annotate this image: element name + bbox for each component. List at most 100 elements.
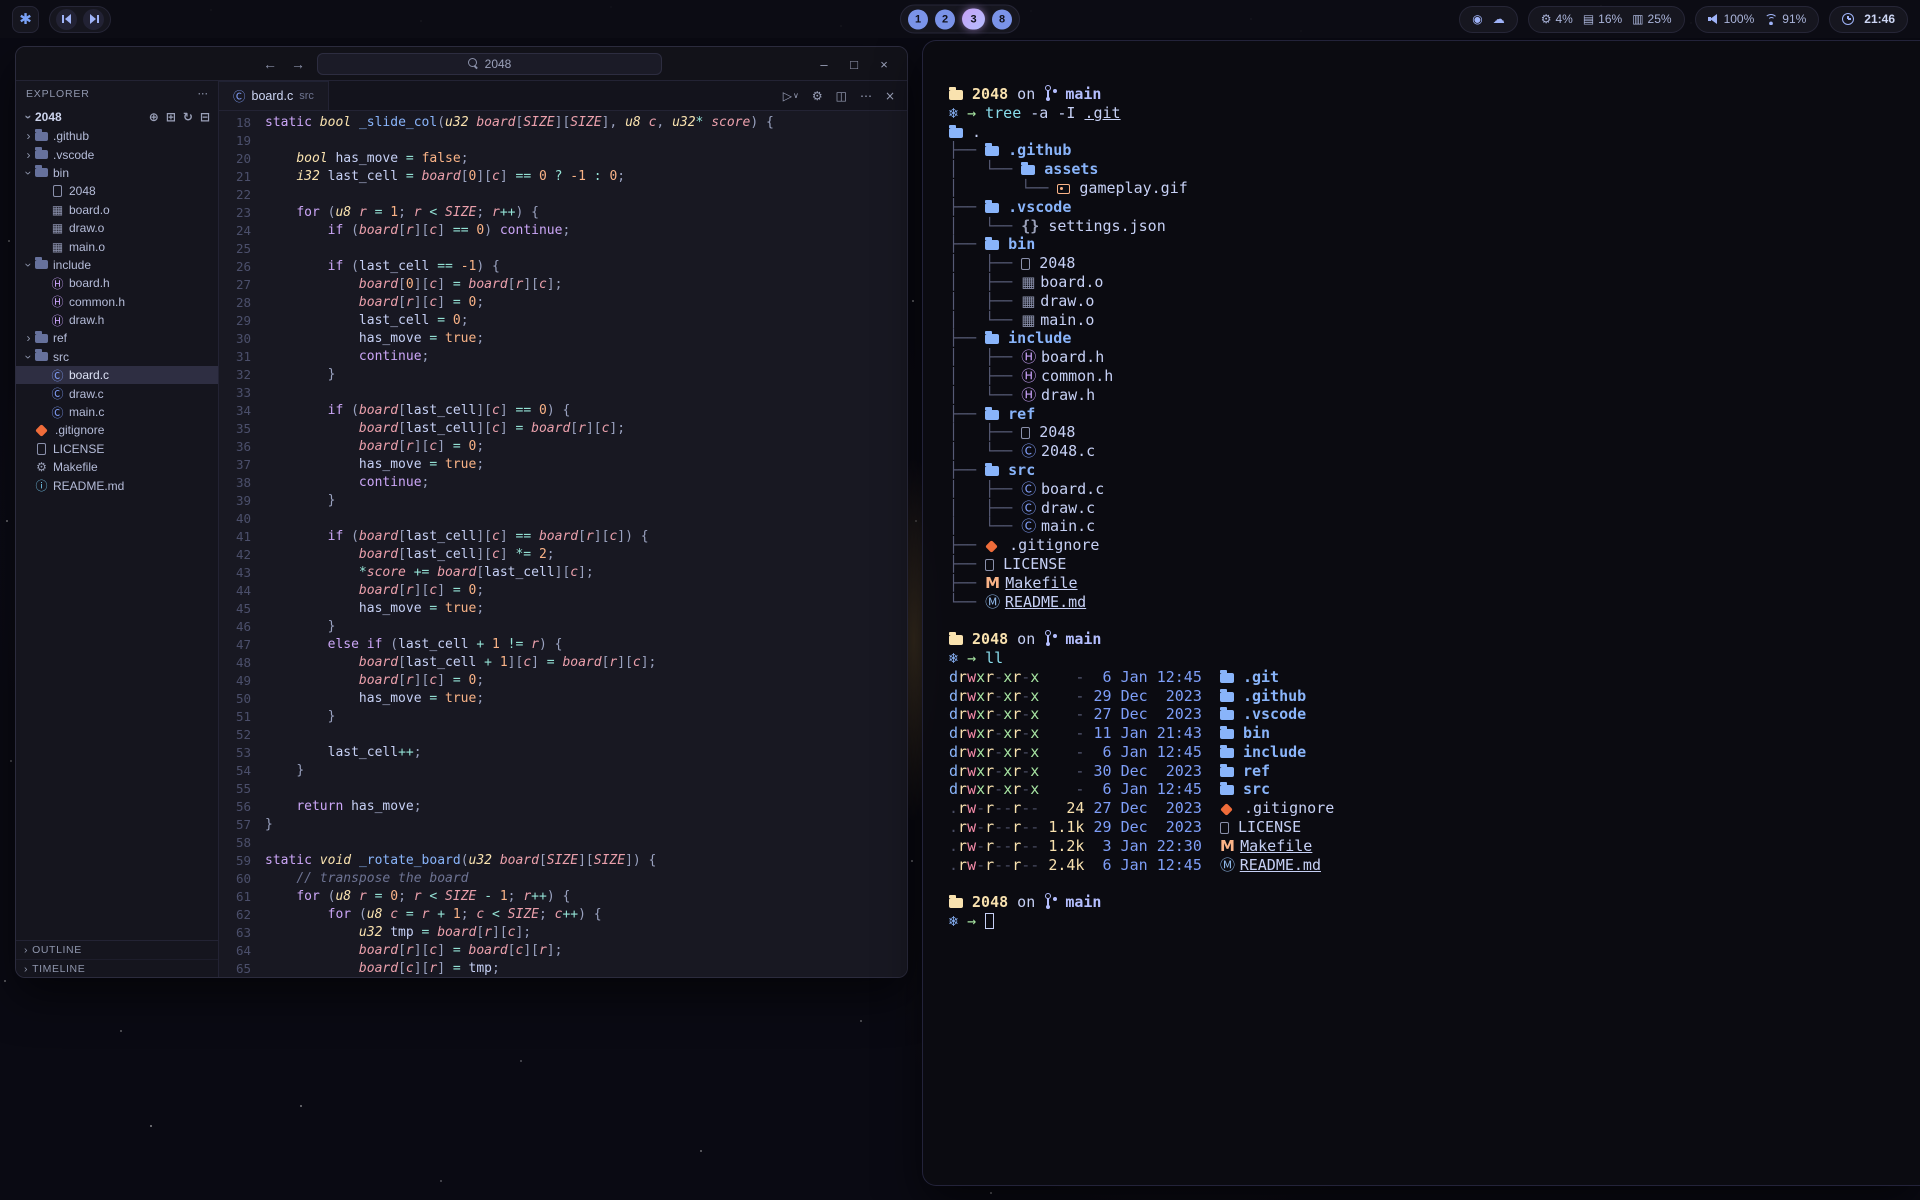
- close-button[interactable]: ×: [869, 57, 899, 72]
- arrow-left-icon: ←: [263, 56, 277, 72]
- folder-icon: [1220, 692, 1234, 702]
- tree-item-main.c[interactable]: ›Ⓒmain.c: [16, 403, 218, 421]
- line-number: 25: [219, 240, 251, 258]
- workspace-3[interactable]: 3: [962, 9, 985, 30]
- editor-window: ← → 2048 – □ × EXPLORER ⋯ › 2048 ⊕⊞↻⊟ ›.…: [15, 46, 908, 978]
- tree-item-board.c[interactable]: ›Ⓒboard.c: [16, 366, 218, 384]
- workspace-1[interactable]: 1: [908, 9, 928, 29]
- nav-back-button[interactable]: ←: [261, 56, 279, 72]
- tree-root[interactable]: › 2048 ⊕⊞↻⊟: [16, 107, 218, 127]
- header-icon: Ⓗ: [51, 275, 64, 292]
- image-icon: [1057, 184, 1070, 194]
- launcher-button[interactable]: ✱: [12, 6, 39, 33]
- tree-item-2048[interactable]: ›2048: [16, 182, 218, 200]
- maximize-icon: □: [850, 57, 858, 72]
- header-file-icon: Ⓗ: [1021, 386, 1041, 404]
- code-editor[interactable]: 18static bool _slide_col(u32 board[SIZE]…: [219, 111, 907, 977]
- code-text: *score += board[last_cell][c];: [265, 564, 594, 582]
- nav-forward-button[interactable]: →: [289, 56, 307, 72]
- code-text: continue;: [265, 348, 429, 366]
- workspace-8[interactable]: 8: [992, 9, 1012, 29]
- terminal-line: ❄ →: [949, 912, 1920, 931]
- tree-item-.vscode[interactable]: ›.vscode: [16, 145, 218, 163]
- tree-item-draw.h[interactable]: ›Ⓗdraw.h: [16, 311, 218, 329]
- code-line: 43 *score += board[last_cell][c];: [219, 564, 907, 582]
- new-file-icon: ⊕: [149, 110, 159, 124]
- chevron-down-icon: ›: [22, 111, 36, 124]
- code-line: 38 continue;: [219, 474, 907, 492]
- tree-item-.github[interactable]: ›.github: [16, 127, 218, 145]
- topbar-left: ✱: [12, 6, 111, 33]
- tree-item-board.o[interactable]: ›▦board.o: [16, 201, 218, 219]
- chevron-right-icon: ›: [24, 944, 28, 956]
- explorer-more-button[interactable]: ⋯: [198, 88, 209, 100]
- code-text: [265, 186, 273, 204]
- tree-item-label: ref: [53, 331, 67, 345]
- split-editor-button[interactable]: ◫: [836, 90, 847, 102]
- line-number: 41: [219, 528, 251, 546]
- new-folder-button[interactable]: ⊞: [166, 110, 176, 124]
- code-text: [265, 726, 273, 744]
- line-number: 61: [219, 888, 251, 906]
- more-icon: ⋯: [198, 88, 209, 100]
- c-file-icon: Ⓒ: [1021, 499, 1041, 517]
- explorer-actions: ⊕ ⊞ ↻ ⊟: [149, 110, 218, 124]
- code-text: else if (last_cell + 1 != r) {: [265, 636, 562, 654]
- minimize-button[interactable]: –: [809, 57, 839, 72]
- code-text: board[r][c] = 0;: [265, 672, 484, 690]
- titlebar-search[interactable]: 2048: [317, 53, 662, 75]
- tree-item-src[interactable]: ›src: [16, 348, 218, 366]
- settings-button[interactable]: ⚙: [812, 90, 823, 102]
- tree-item-license[interactable]: ›LICENSE: [16, 440, 218, 458]
- line-number: 50: [219, 690, 251, 708]
- code-text: board[r][c] = 0;: [265, 438, 484, 456]
- tree-item-common.h[interactable]: ›Ⓗcommon.h: [16, 293, 218, 311]
- run-button[interactable]: ▷ ∨: [783, 90, 799, 102]
- wifi-value: 91%: [1782, 12, 1806, 26]
- tree-item-draw.o[interactable]: ›▦draw.o: [16, 219, 218, 237]
- editor-more-button[interactable]: ⋯: [860, 90, 872, 102]
- tree-item-ref[interactable]: ›ref: [16, 329, 218, 347]
- line-number: 62: [219, 906, 251, 924]
- tree-item-label: main.o: [69, 240, 105, 254]
- tree-item-makefile[interactable]: ›⚙Makefile: [16, 458, 218, 476]
- folder-icon: [1220, 748, 1234, 758]
- tree-item-board.h[interactable]: ›Ⓗboard.h: [16, 274, 218, 292]
- search-text: 2048: [485, 57, 512, 71]
- line-number: 46: [219, 618, 251, 636]
- tree-item-include[interactable]: ›include: [16, 256, 218, 274]
- panel-outline[interactable]: ›OUTLINE: [16, 941, 218, 959]
- refresh-explorer-button[interactable]: ↻: [183, 110, 193, 124]
- tree-item-.gitignore[interactable]: ›.gitignore: [16, 421, 218, 439]
- folder-icon: [985, 466, 999, 476]
- folder-icon: [1220, 729, 1234, 739]
- terminal-line: drwxr-xr-x - 11 Jan 21:43 bin: [949, 724, 1920, 743]
- media-next-button[interactable]: [83, 9, 104, 30]
- media-prev-button[interactable]: [56, 9, 77, 30]
- code-line: 18static bool _slide_col(u32 board[SIZE]…: [219, 114, 907, 132]
- tab-board.c[interactable]: Ⓒ board.c src: [219, 81, 329, 110]
- close-editor-button[interactable]: ×: [885, 90, 895, 102]
- code-text: if (board[r][c] == 0) continue;: [265, 222, 570, 240]
- collapse-folders-button[interactable]: ⊟: [200, 110, 210, 124]
- workspace-2[interactable]: 2: [935, 9, 955, 29]
- folder-icon: [1220, 767, 1234, 777]
- tree-item-readme.md[interactable]: ›ⓘREADME.md: [16, 476, 218, 494]
- prompt-arrow-icon: →: [967, 104, 985, 122]
- tree-item-bin[interactable]: ›bin: [16, 164, 218, 182]
- disk-stat: ▥ 25%: [1632, 12, 1671, 26]
- maximize-button[interactable]: □: [839, 57, 869, 72]
- file-icon: [1021, 258, 1030, 270]
- panel-timeline[interactable]: ›TIMELINE: [16, 959, 218, 977]
- terminal-window[interactable]: 2048 on main❄ → tree -a -I .git .├── .gi…: [922, 40, 1920, 1186]
- chevron-down-icon: ›: [22, 166, 36, 179]
- line-number: 36: [219, 438, 251, 456]
- code-line: 26 if (last_cell == -1) {: [219, 258, 907, 276]
- new-file-button[interactable]: ⊕: [149, 110, 159, 124]
- object-icon: ▦: [51, 203, 64, 217]
- tree-item-main.o[interactable]: ›▦main.o: [16, 237, 218, 255]
- terminal-line: .rw-r--r-- 2.4k 6 Jan 12:45 Ⓜ README.md: [949, 856, 1920, 875]
- tree-item-draw.c[interactable]: ›Ⓒdraw.c: [16, 384, 218, 402]
- line-number: 44: [219, 582, 251, 600]
- line-number: 55: [219, 780, 251, 798]
